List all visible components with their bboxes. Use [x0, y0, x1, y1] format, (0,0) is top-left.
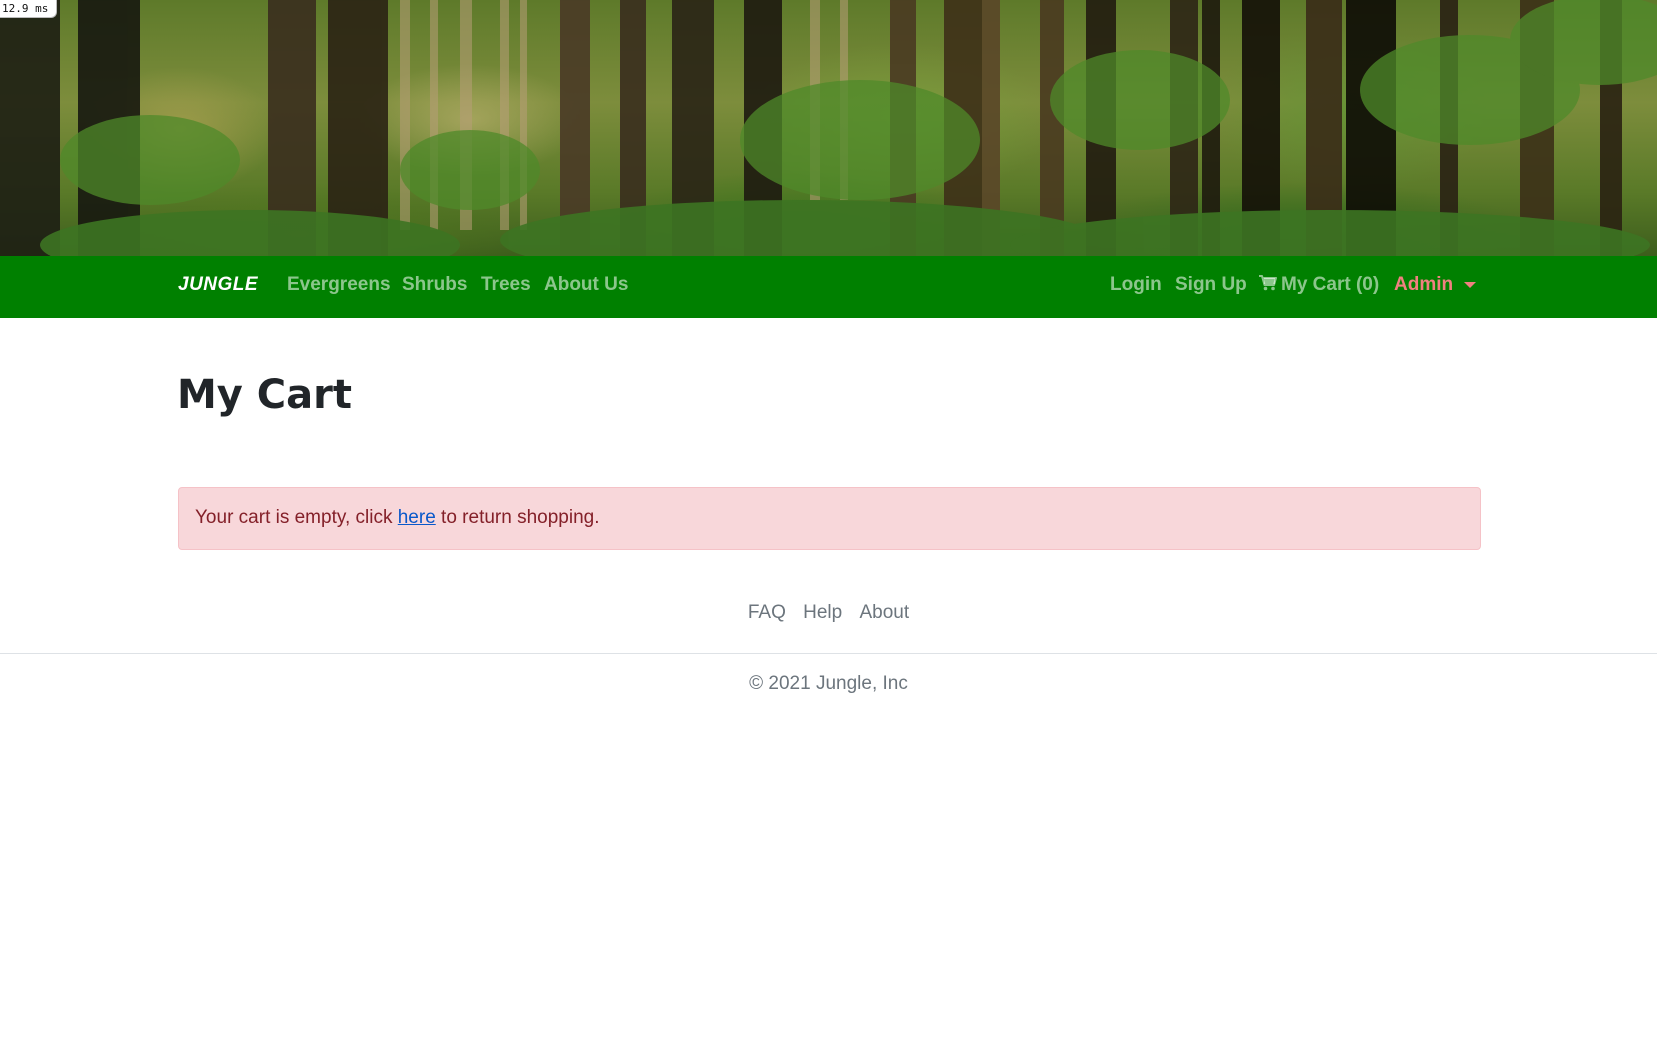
nav-link-shrubs[interactable]: Shrubs	[402, 274, 467, 296]
footer-link-about[interactable]: About	[860, 602, 910, 623]
empty-cart-alert: Your cart is empty, click here to return…	[178, 487, 1481, 550]
forest-trees-illustration	[0, 0, 1657, 256]
alert-text-before: Your cart is empty, click	[195, 507, 398, 528]
brand-logo[interactable]: JUNGLE	[178, 274, 258, 296]
page-title: My Cart	[177, 372, 352, 418]
nav-link-sign-up[interactable]: Sign Up	[1175, 274, 1247, 296]
forest-hero-image	[0, 0, 1657, 256]
nav-admin-dropdown[interactable]: Admin	[1394, 274, 1453, 296]
footer-divider	[0, 653, 1657, 654]
nav-link-trees[interactable]: Trees	[481, 274, 531, 296]
footer-link-faq[interactable]: FAQ	[748, 602, 786, 623]
top-navbar: JUNGLE Evergreens Shrubs Trees About Us …	[0, 256, 1657, 318]
return-shopping-link[interactable]: here	[398, 507, 436, 528]
my-cart-label: My Cart (0)	[1281, 274, 1380, 295]
footer-link-help[interactable]: Help	[803, 602, 842, 623]
copyright-text: © 2021 Jungle, Inc	[749, 673, 908, 694]
nav-link-about-us[interactable]: About Us	[544, 274, 628, 296]
nav-link-login[interactable]: Login	[1110, 274, 1162, 296]
perf-timing-badge: 12.9 ms	[0, 0, 58, 18]
nav-link-evergreens[interactable]: Evergreens	[287, 274, 391, 296]
shopping-cart-icon	[1259, 275, 1277, 291]
nav-link-my-cart[interactable]: My Cart (0)	[1259, 274, 1379, 296]
footer-links: FAQ Help About	[0, 602, 1657, 624]
alert-text-after: to return shopping.	[435, 507, 600, 528]
caret-down-icon[interactable]	[1464, 282, 1476, 288]
